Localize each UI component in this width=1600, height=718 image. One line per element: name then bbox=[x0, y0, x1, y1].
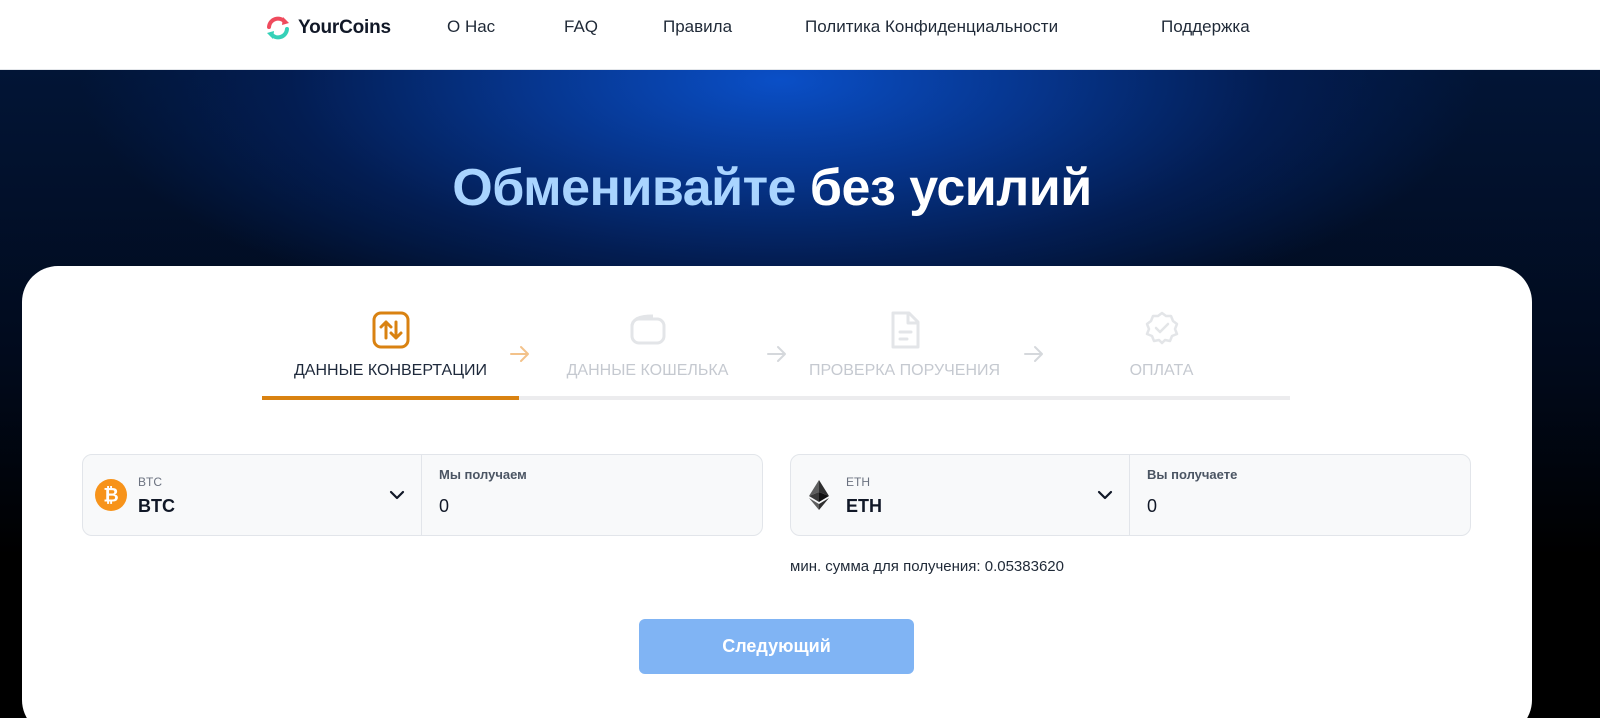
svg-text:₿: ₿ bbox=[103, 485, 118, 507]
nav-faq[interactable]: FAQ bbox=[564, 17, 598, 37]
step-order-check[interactable]: ПРОВЕРКА ПОРУЧЕНИЯ bbox=[776, 300, 1033, 400]
send-currency-select[interactable]: ₿ BTC BTC bbox=[83, 455, 422, 535]
receive-panel: ETH ETH Вы получаете bbox=[790, 454, 1471, 536]
step-conversion-data[interactable]: ДАННЫЕ КОНВЕРТАЦИИ bbox=[262, 300, 519, 400]
send-amount-label: Мы получаем bbox=[439, 467, 527, 482]
document-icon bbox=[883, 308, 927, 352]
hero-title-highlight: Обменивайте bbox=[452, 159, 796, 217]
receive-amount-label: Вы получаете bbox=[1147, 467, 1238, 482]
min-amount-note: мин. сумма для получения: 0.05383620 bbox=[790, 558, 1064, 575]
step-label: ПРОВЕРКА ПОРУЧЕНИЯ bbox=[808, 362, 1001, 379]
nav-rules[interactable]: Правила bbox=[663, 17, 732, 37]
chevron-down-icon bbox=[389, 490, 405, 500]
logo-text: YourCoins bbox=[298, 17, 391, 38]
top-navigation-bar: YourCoins О Нас FAQ Правила Политика Кон… bbox=[0, 0, 1600, 70]
send-currency-code: BTC bbox=[138, 475, 162, 489]
receive-amount-field: Вы получаете bbox=[1131, 455, 1471, 535]
receive-amount-input[interactable] bbox=[1147, 493, 1447, 519]
nav-privacy-policy[interactable]: Политика Конфиденциальности bbox=[805, 17, 1058, 37]
send-amount-input[interactable] bbox=[439, 493, 739, 519]
step-label: ДАННЫЕ КОНВЕРТАЦИИ bbox=[293, 362, 488, 379]
yourcoins-logo[interactable]: YourCoins bbox=[264, 14, 391, 42]
step-wallet-data[interactable]: ДАННЫЕ КОШЕЛЬКА bbox=[519, 300, 776, 400]
swap-arrows-icon bbox=[369, 308, 413, 352]
award-badge-icon bbox=[1140, 308, 1184, 352]
nav-about[interactable]: О Нас bbox=[447, 17, 495, 37]
hero-title-rest: без усилий bbox=[809, 159, 1092, 217]
chevron-down-icon bbox=[1097, 490, 1113, 500]
send-currency-name: BTC bbox=[138, 496, 175, 516]
step-label: ДАННЫЕ КОШЕЛЬКА bbox=[566, 362, 729, 379]
step-payment[interactable]: ОПЛАТА bbox=[1033, 300, 1290, 400]
exchange-logo-icon bbox=[267, 16, 289, 40]
next-button[interactable]: Следующий bbox=[639, 619, 914, 674]
stepper: ДАННЫЕ КОНВЕРТАЦИИ ДАННЫЕ КОШЕЛЬКА ПРОВЕ… bbox=[262, 300, 1290, 400]
ethereum-icon bbox=[809, 480, 829, 510]
bitcoin-icon: ₿ bbox=[95, 479, 127, 511]
hero-title: Обменивайте без усилий bbox=[0, 158, 1544, 218]
send-panel: ₿ BTC BTC Мы получаем bbox=[82, 454, 763, 536]
stepper-progress-fill bbox=[262, 396, 519, 400]
send-amount-field: Мы получаем bbox=[423, 455, 763, 535]
receive-currency-name: ETH bbox=[846, 496, 882, 516]
receive-currency-code: ETH bbox=[846, 475, 870, 489]
stepper-progress-track bbox=[262, 396, 1290, 400]
step-label: ОПЛАТА bbox=[1129, 362, 1194, 379]
nav-support[interactable]: Поддержка bbox=[1161, 17, 1250, 37]
receive-currency-select[interactable]: ETH ETH bbox=[791, 455, 1130, 535]
wallet-icon bbox=[626, 308, 670, 352]
